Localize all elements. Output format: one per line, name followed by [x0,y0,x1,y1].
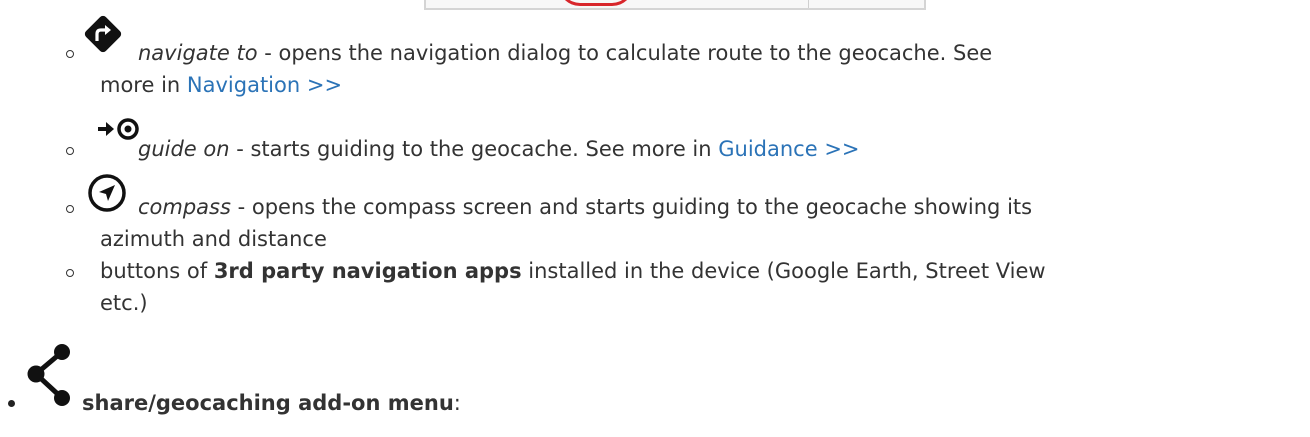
guidance-link[interactable]: Guidance >> [718,137,859,161]
item-description: - opens the compass screen and starts gu… [230,195,1033,219]
list-bullet [8,400,15,407]
item-description: etc.) [100,291,148,315]
divider [808,0,809,8]
item-description: installed in the device (Google Earth, S… [521,259,1046,283]
share-label: share/geocaching add-on menu [82,391,454,415]
list-bullet [66,50,74,58]
item-description: - opens the navigation dialog to calcula… [257,41,993,65]
share-heading: share/geocaching add-on menu: [82,388,461,419]
list-bullet [66,269,74,277]
highlight-circle [558,0,634,6]
screenshot-image-fragment [424,0,926,10]
item-line-1: compass - opens the compass screen and s… [138,192,1032,223]
item-description: buttons of [100,259,214,283]
list-bullet [66,205,74,213]
share-icon [27,344,70,406]
item-term: compass [138,195,231,219]
item-line-1: navigate to - opens the navigation dialo… [138,38,992,69]
guide-on-icon [98,118,139,140]
compass-icon [88,174,126,212]
item-description: more in [100,73,187,97]
item-line-2: etc.) [100,288,148,319]
navigate-to-icon [84,15,122,53]
navigation-link[interactable]: Navigation >> [187,73,342,97]
item-term: guide on [138,137,230,161]
item-bold-term: 3rd party navigation apps [213,259,522,283]
list-bullet [66,147,74,155]
item-description: azimuth and distance [100,227,327,251]
item-description: - starts guiding to the geocache. See mo… [229,137,719,161]
item-line-1: buttons of 3rd party navigation apps ins… [100,256,1046,287]
item-line-2: more in Navigation >> [100,70,342,101]
item-term: navigate to [138,41,258,65]
item-line-1: guide on - starts guiding to the geocach… [138,134,860,165]
share-suffix: : [453,391,461,415]
item-line-2: azimuth and distance [100,224,327,255]
